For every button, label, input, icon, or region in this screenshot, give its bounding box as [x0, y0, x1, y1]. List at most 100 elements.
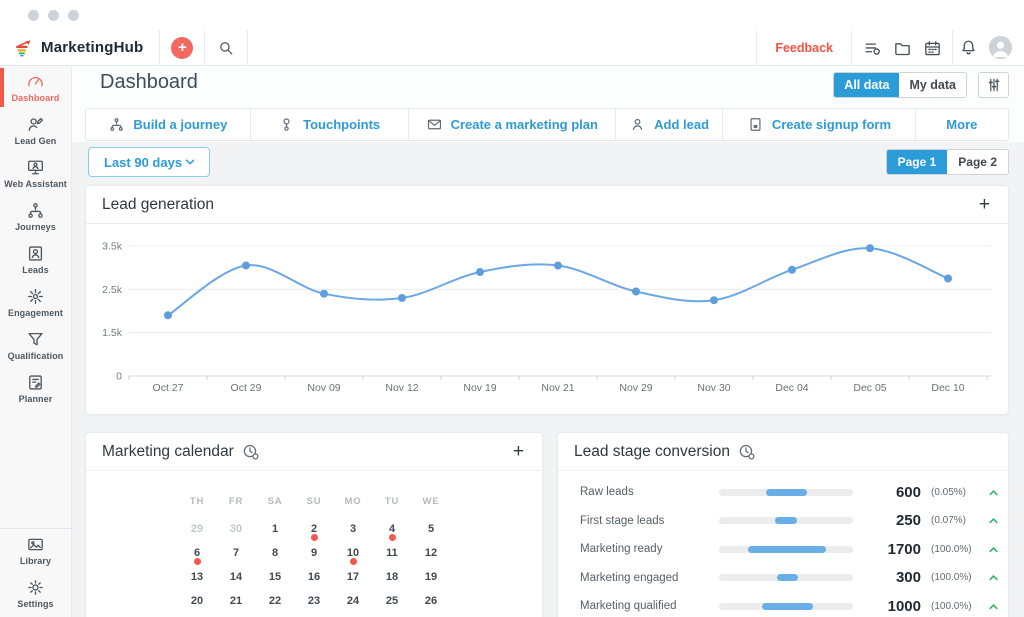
svg-text:Nov 30: Nov 30	[697, 382, 730, 394]
calendar-day[interactable]: 29	[178, 517, 217, 541]
caret-up-icon[interactable]	[987, 571, 1000, 584]
calendar-day-number: 16	[307, 571, 321, 583]
page-2-tab[interactable]: Page 2	[947, 150, 1008, 174]
calendar-day-number: 19	[424, 571, 438, 583]
stage-bar-track	[719, 602, 853, 610]
user-menu[interactable]	[983, 30, 1024, 65]
calendar-day[interactable]: 2	[412, 613, 451, 617]
calendar-day-number: 7	[232, 547, 240, 559]
calendar-day[interactable]: 12	[412, 541, 451, 565]
caret-up-icon[interactable]	[987, 600, 1000, 613]
action-build-a-journey[interactable]: Build a journey	[86, 109, 250, 140]
sidebar-item-qualification[interactable]: Qualification	[0, 324, 71, 367]
window-dot[interactable]	[68, 9, 79, 21]
calendar-day[interactable]: 30	[217, 517, 256, 541]
calendar-day[interactable]: 27	[178, 613, 217, 617]
sidebar-item-dashboard[interactable]: Dashboard	[0, 66, 71, 109]
search-icon	[217, 39, 235, 57]
page-1-tab[interactable]: Page 1	[886, 150, 948, 174]
calendar-day[interactable]: 13	[178, 565, 217, 589]
calendar-day[interactable]: 22	[256, 589, 295, 613]
calendar-day[interactable]: 25	[373, 589, 412, 613]
calendar-day[interactable]: 10	[334, 541, 373, 565]
calendar-day[interactable]: 6	[178, 541, 217, 565]
calendar-day[interactable]: 17	[334, 565, 373, 589]
leads-icon	[26, 244, 45, 263]
notifications-button[interactable]	[953, 30, 983, 65]
add-event-button[interactable]: +	[511, 442, 526, 461]
calendar-day[interactable]: 3	[334, 517, 373, 541]
sidebar-item-label: Journeys	[15, 222, 56, 232]
calendar-day-number: 23	[307, 595, 321, 607]
calendar-day[interactable]: 5	[412, 517, 451, 541]
action-touchpoints[interactable]: Touchpoints	[249, 109, 408, 140]
calendar-day[interactable]: 18	[373, 565, 412, 589]
dashboard-filter-button[interactable]	[978, 72, 1009, 98]
calendar-day[interactable]: 21	[217, 589, 256, 613]
caret-up-icon[interactable]	[987, 543, 1000, 556]
svg-text:Oct 29: Oct 29	[231, 382, 262, 394]
toggle-all-data[interactable]: All data	[834, 73, 900, 97]
action-create-a-marketing-plan[interactable]: Create a marketing plan	[407, 109, 615, 140]
calendar-day[interactable]: 24	[334, 589, 373, 613]
journeys-icon	[26, 201, 45, 220]
calendar-button[interactable]	[917, 30, 947, 65]
calendar-day[interactable]: 1	[256, 517, 295, 541]
caret-up-icon[interactable]	[987, 514, 1000, 527]
action-more[interactable]: More	[914, 109, 1008, 140]
clock-history-icon[interactable]	[738, 443, 755, 460]
sidebar-item-planner[interactable]: Planner	[0, 367, 71, 410]
action-create-signup-form[interactable]: Create signup form	[722, 109, 915, 140]
app-logo[interactable]: MarketingHub	[0, 30, 159, 65]
sidebar-item-settings[interactable]: Settings	[0, 572, 71, 615]
sidebar-item-journeys[interactable]: Journeys	[0, 195, 71, 238]
calendar-day[interactable]: 4	[373, 517, 412, 541]
feedback-link[interactable]: Feedback	[757, 30, 851, 65]
calendar-day[interactable]: 31	[334, 613, 373, 617]
svg-text:Dec 10: Dec 10	[931, 382, 964, 394]
tasks-button[interactable]	[857, 30, 887, 65]
calendar-day[interactable]: 19	[412, 565, 451, 589]
svg-text:Dec 05: Dec 05	[853, 382, 886, 394]
calendar-day[interactable]: 8	[256, 541, 295, 565]
date-range-select[interactable]: Last 90 days	[88, 147, 210, 177]
calendar-day[interactable]: 20	[178, 589, 217, 613]
calendar-day-number: 15	[268, 571, 282, 583]
calendar-day[interactable]: 7	[217, 541, 256, 565]
clock-history-icon[interactable]	[242, 443, 259, 460]
caret-up-icon[interactable]	[987, 486, 1000, 499]
calendar-day[interactable]: 16	[295, 565, 334, 589]
action-add-lead[interactable]: Add lead	[614, 109, 722, 140]
calendar-day[interactable]: 23	[295, 589, 334, 613]
calendar-day[interactable]: 11	[373, 541, 412, 565]
calendar-day[interactable]: 15	[256, 565, 295, 589]
calendar-day[interactable]: 26	[412, 589, 451, 613]
sidebar-item-library[interactable]: Library	[0, 529, 71, 572]
sidebar-item-engagement[interactable]: Engagement	[0, 281, 71, 324]
brand-name: MarketingHub	[41, 39, 144, 56]
lead-generation-chart[interactable]: 0 1.5k 2.5k 3.5k Oct 27 Oct 29 Nov 09 Nov 12 Nov…	[86, 231, 1010, 404]
calendar-day[interactable]: 1	[373, 613, 412, 617]
search-button[interactable]	[205, 30, 247, 65]
folder-button[interactable]	[887, 30, 917, 65]
calendar-weekday: SU	[306, 495, 322, 507]
calendar-day-number: 1	[271, 523, 279, 535]
create-button[interactable]: +	[171, 36, 194, 59]
calendar-day[interactable]: 14	[217, 565, 256, 589]
stage-value: 1700	[887, 540, 921, 558]
calendar-day-number: 21	[229, 595, 243, 607]
sidebar-item-leads[interactable]: Leads	[0, 238, 71, 281]
calendar-day[interactable]: 28	[217, 613, 256, 617]
add-widget-button[interactable]: +	[977, 195, 992, 214]
svg-text:3.5k: 3.5k	[102, 241, 123, 253]
window-dot[interactable]	[28, 9, 39, 21]
calendar-day[interactable]: 9	[295, 541, 334, 565]
calendar-day[interactable]: 30	[295, 613, 334, 617]
sidebar-item-web-assistant[interactable]: Web Assistant	[0, 152, 71, 195]
sidebar-item-lead-gen[interactable]: Lead Gen	[0, 109, 71, 152]
sidebar-item-label: Dashboard	[11, 93, 60, 103]
window-dot[interactable]	[48, 9, 59, 21]
toggle-my-data[interactable]: My data	[899, 73, 966, 97]
calendar-day[interactable]: 29	[256, 613, 295, 617]
calendar-day[interactable]: 2	[295, 517, 334, 541]
